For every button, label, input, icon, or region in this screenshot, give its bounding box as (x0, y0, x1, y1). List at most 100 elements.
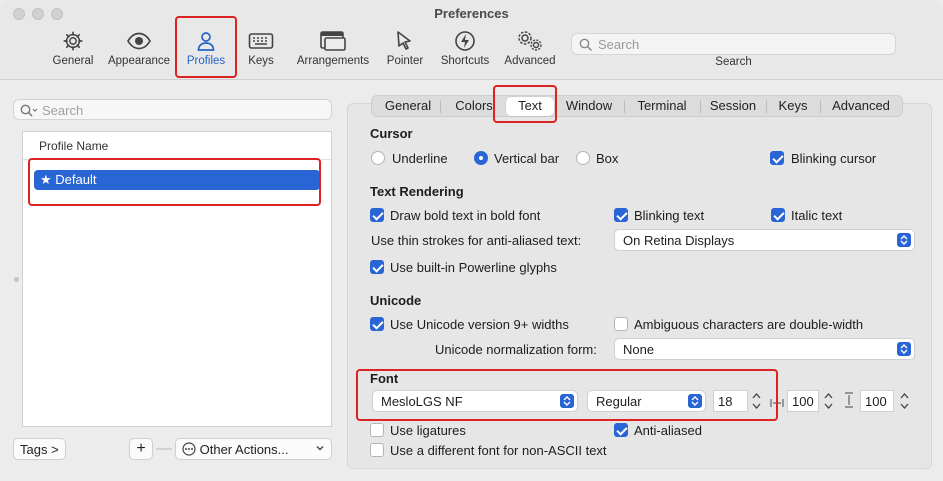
other-actions-button[interactable]: Other Actions... (175, 438, 332, 460)
tags-button[interactable]: Tags > (13, 438, 66, 460)
updown-arrows-icon (560, 394, 574, 408)
italic-text-checkbox[interactable] (771, 208, 785, 222)
windows-icon (320, 31, 346, 51)
font-style-value: Regular (596, 394, 642, 409)
vertical-spacing-icon (845, 392, 853, 408)
profile-row-default[interactable]: ★ Default (34, 170, 320, 190)
unicode-v9-checkbox[interactable] (370, 317, 384, 331)
anti-aliased-checkbox[interactable] (614, 423, 628, 437)
font-size-stepper[interactable] (751, 390, 762, 412)
gears-icon (518, 31, 542, 51)
star-icon: ★ (40, 172, 52, 187)
cursor-box-label: Box (596, 151, 619, 166)
remove-profile-button[interactable]: — (153, 438, 175, 460)
vertical-spacing-stepper[interactable] (899, 390, 910, 412)
eye-icon (127, 32, 151, 50)
tab-general[interactable]: General (382, 98, 434, 113)
toolbar-pointer[interactable]: Pointer (382, 30, 428, 67)
tab-advanced[interactable]: Advanced (826, 98, 896, 113)
non-ascii-font-label: Use a different font for non-ASCII text (390, 443, 607, 458)
vertical-spacing-field[interactable]: 100 (860, 390, 894, 412)
ellipsis-circle-icon (182, 442, 196, 456)
tab-divider (820, 100, 821, 113)
powerline-checkbox[interactable] (370, 260, 384, 274)
tab-divider (766, 100, 767, 113)
window-title: Preferences (434, 6, 509, 21)
non-ascii-font-checkbox[interactable] (370, 443, 384, 457)
toolbar-keys[interactable]: Keys (240, 30, 282, 67)
horizontal-spacing-stepper[interactable] (823, 390, 834, 412)
blinking-text-label: Blinking text (634, 208, 705, 223)
cursor-heading: Cursor (370, 126, 413, 141)
profile-tabs: General Colors Text Window Terminal Sess… (371, 95, 903, 117)
bold-font-checkbox[interactable] (370, 208, 384, 222)
normalization-label: Unicode normalization form: (435, 342, 597, 357)
bold-font-label: Draw bold text in bold font (390, 208, 541, 223)
horizontal-spacing-icon (770, 399, 784, 407)
profile-name-column-header[interactable]: Profile Name (23, 132, 331, 160)
tab-text[interactable]: Text (506, 97, 554, 116)
blinking-cursor-checkbox[interactable] (770, 151, 784, 165)
toolbar-general[interactable]: General (48, 30, 98, 67)
toolbar-advanced[interactable]: Advanced (500, 30, 560, 67)
cursor-vertical-bar-radio[interactable] (474, 151, 488, 165)
italic-text-label: Italic text (791, 208, 843, 223)
tab-divider (700, 100, 701, 113)
ambiguous-width-checkbox[interactable] (614, 317, 628, 331)
profile-name: Default (55, 172, 97, 187)
horizontal-spacing-field[interactable]: 100 (787, 390, 819, 412)
cursor-underline-label: Underline (392, 151, 448, 166)
unicode-heading: Unicode (370, 293, 422, 308)
toolbar-pointer-label: Pointer (386, 55, 424, 67)
toolbar-appearance-label: Appearance (107, 55, 171, 67)
keyboard-icon (248, 33, 274, 49)
pointer-icon (397, 31, 411, 50)
toolbar-search-input[interactable]: Search (571, 33, 896, 55)
ligatures-checkbox[interactable] (370, 423, 384, 437)
ligatures-label: Use ligatures (390, 423, 466, 438)
toolbar-shortcuts[interactable]: Shortcuts (436, 30, 494, 67)
thin-strokes-value: On Retina Displays (623, 233, 735, 248)
toolbar-appearance[interactable]: Appearance (104, 30, 174, 67)
toolbar: Preferences General Appearance Profiles … (0, 0, 943, 80)
font-family-value: MesloLGS NF (381, 394, 463, 409)
toolbar-shortcuts-label: Shortcuts (440, 55, 490, 67)
split-handle[interactable] (14, 277, 19, 282)
font-size-field[interactable]: 18 (713, 390, 748, 412)
blinking-text-checkbox[interactable] (614, 208, 628, 222)
tab-session[interactable]: Session (706, 98, 760, 113)
add-profile-button[interactable]: + (129, 438, 153, 460)
search-icon (20, 104, 38, 117)
toolbar-profiles[interactable]: Profiles (180, 30, 232, 67)
tab-colors[interactable]: Colors (448, 98, 500, 113)
profile-search-input[interactable]: Search (13, 99, 332, 120)
tab-window[interactable]: Window (560, 98, 618, 113)
cursor-box-radio[interactable] (576, 151, 590, 165)
profile-search-placeholder: Search (42, 103, 84, 118)
thin-strokes-select[interactable]: On Retina Displays (614, 229, 915, 251)
toolbar-general-label: General (52, 55, 94, 67)
font-style-select[interactable]: Regular (587, 390, 706, 412)
cursor-underline-radio[interactable] (371, 151, 385, 165)
preferences-window: Preferences General Appearance Profiles … (0, 0, 943, 481)
tab-terminal[interactable]: Terminal (630, 98, 694, 113)
updown-arrows-icon (688, 394, 702, 408)
updown-arrows-icon (897, 233, 911, 247)
powerline-label: Use built-in Powerline glyphs (390, 260, 557, 275)
toolbar-arrangements-label: Arrangements (296, 55, 370, 67)
blinking-cursor-label: Blinking cursor (791, 151, 877, 166)
normalization-value: None (623, 342, 655, 357)
other-actions-label: Other Actions... (199, 442, 289, 457)
gear-icon (63, 31, 83, 51)
profile-list: Profile Name ★ Default (22, 131, 332, 427)
normalization-select[interactable]: None (614, 338, 915, 360)
tab-keys[interactable]: Keys (772, 98, 814, 113)
tab-divider (624, 100, 625, 113)
ambiguous-width-label: Ambiguous characters are double-width (634, 317, 864, 332)
text-rendering-heading: Text Rendering (370, 184, 464, 199)
cursor-vertical-bar-label: Vertical bar (494, 151, 560, 166)
toolbar-arrangements[interactable]: Arrangements (292, 30, 374, 67)
font-family-select[interactable]: MesloLGS NF (372, 390, 578, 412)
font-heading: Font (370, 371, 399, 386)
unicode-v9-label: Use Unicode version 9+ widths (390, 317, 569, 332)
